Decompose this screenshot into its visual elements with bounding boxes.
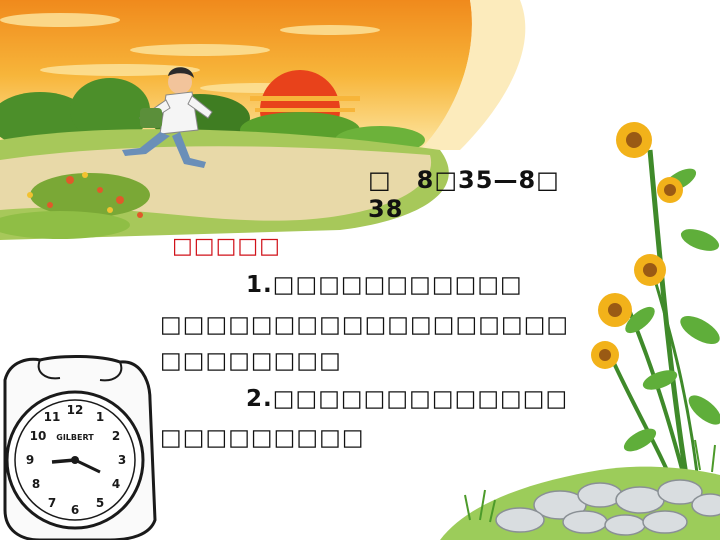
clock-numeral-1: 1 bbox=[96, 410, 104, 424]
clock-numeral-2: 2 bbox=[112, 429, 120, 443]
item-1-line-1: 1.□□□□□□□□□□□ bbox=[246, 272, 523, 298]
clock-numeral-8: 8 bbox=[32, 477, 40, 491]
clock-numeral-7: 7 bbox=[48, 496, 56, 510]
time-line-2: 38 bbox=[368, 195, 404, 223]
clock-numeral-3: 3 bbox=[118, 453, 126, 467]
item-2-line-1: 2.□□□□□□□□□□□□□ bbox=[246, 386, 569, 412]
section-heading: □□□□□ bbox=[172, 234, 281, 259]
item-1-line-2: □□□□□□□□□□□□□□□□□□ bbox=[160, 312, 570, 338]
alarm-clock bbox=[3, 355, 157, 540]
time-line-1: □ 8□35—8□ bbox=[368, 166, 560, 194]
clock-numeral-4: 4 bbox=[112, 477, 120, 491]
clock-numeral-5: 5 bbox=[96, 496, 104, 510]
clock-numeral-9: 9 bbox=[26, 453, 34, 467]
item-2-line-2: □□□□□□□□□ bbox=[160, 425, 365, 451]
clock-numeral-11: 11 bbox=[44, 410, 61, 424]
clock-brand: GILBERT bbox=[56, 433, 94, 442]
clock-numeral-6: 6 bbox=[71, 503, 79, 517]
item-1-line-3: □□□□□□□□ bbox=[160, 348, 342, 374]
clock-numeral-10: 10 bbox=[30, 429, 47, 443]
clock-numeral-12: 12 bbox=[67, 403, 84, 417]
illustration-background: 12 1 2 3 4 5 6 7 8 9 10 11 GILBERT bbox=[0, 0, 720, 540]
